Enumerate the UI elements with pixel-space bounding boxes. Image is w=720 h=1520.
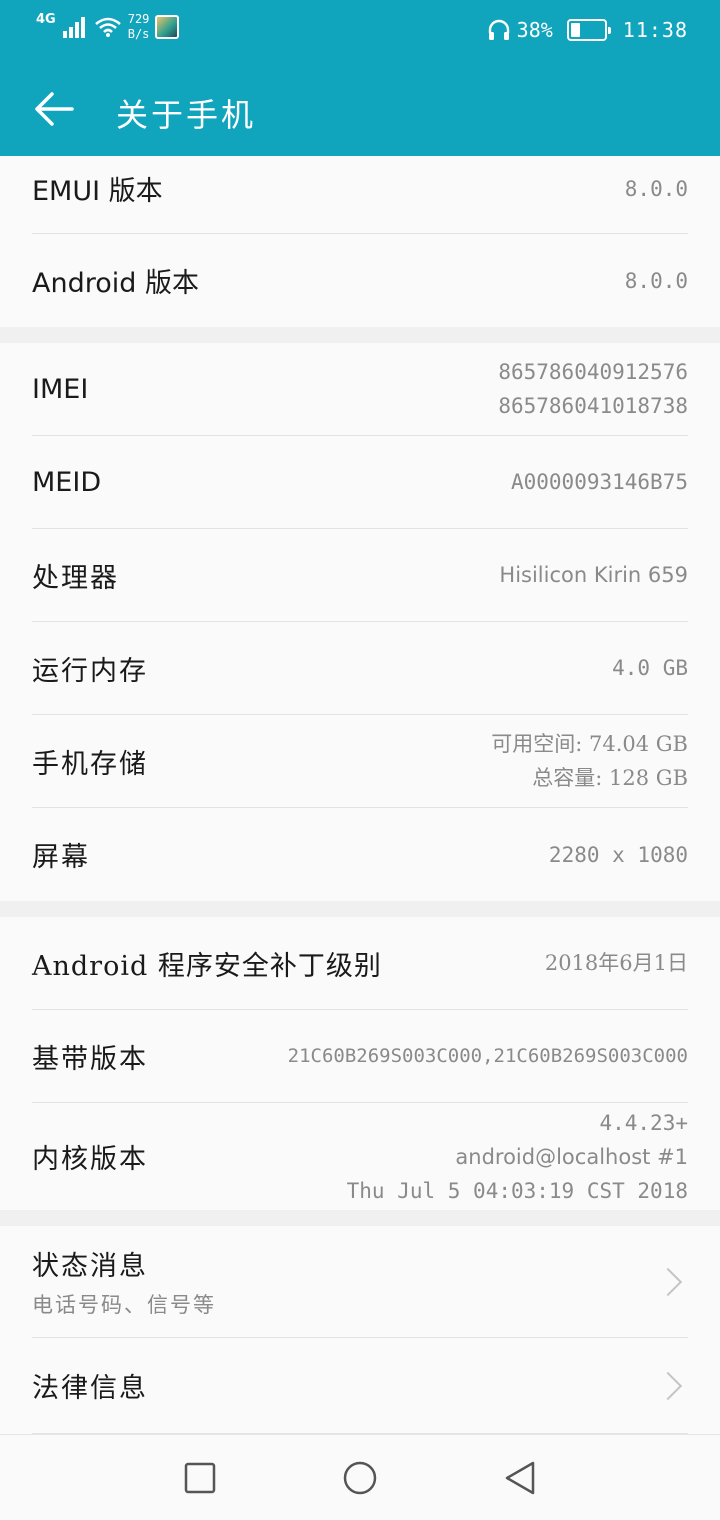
recents-button[interactable]: [180, 1458, 220, 1498]
kernel-values: 4.4.23+ android@localhost #1 Thu Jul 5 0…: [347, 1106, 688, 1208]
list-item-security-patch[interactable]: Android 程序安全补丁级别 2018年6月1日: [32, 917, 688, 1010]
imei-value-2: 865786041018738: [498, 394, 688, 418]
status-left: 4G 729 B/s: [36, 11, 180, 42]
list-item-emui-version[interactable]: EMUI 版本 8.0.0: [32, 156, 688, 234]
list-item-meid[interactable]: MEID A0000093146B75: [32, 436, 688, 529]
processor-label: 处理器: [32, 562, 119, 594]
baseband-label: 基带版本: [32, 1043, 148, 1075]
battery-level-fill: [570, 23, 581, 37]
chevron-right-icon: [653, 1371, 683, 1400]
list-item-kernel[interactable]: 内核版本 4.4.23+ android@localhost #1 Thu Ju…: [32, 1103, 688, 1210]
network-speed: 729 B/s: [128, 12, 150, 42]
settings-list[interactable]: EMUI 版本 8.0.0 Android 版本 8.0.0 IMEI 8657…: [0, 156, 720, 1434]
chevron-right-icon: [653, 1267, 683, 1296]
battery-percent: 38%: [516, 18, 553, 42]
list-item-baseband[interactable]: 基带版本 21C60B269S003C000,21C60B269S003C000: [32, 1010, 688, 1103]
status-bar: 4G 729 B/s 38% 11:38: [0, 0, 720, 62]
group-divider: [0, 901, 720, 917]
signal-icon: [62, 17, 85, 38]
app-bar: 关于手机: [0, 62, 720, 156]
list-item-legal-info[interactable]: 法律信息: [32, 1338, 688, 1434]
android-version-value: 8.0.0: [624, 268, 688, 293]
headphones-icon: [488, 19, 509, 40]
screen-value: 2280 x 1080: [548, 842, 688, 867]
status-info-texts: 状态消息 电话号码、信号等: [32, 1244, 216, 1319]
info-group: 状态消息 电话号码、信号等 法律信息: [0, 1226, 720, 1434]
storage-total: 总容量: 128 GB: [532, 766, 688, 790]
list-item-screen[interactable]: 屏幕 2280 x 1080: [32, 808, 688, 901]
home-button[interactable]: [340, 1458, 380, 1498]
ram-label: 运行内存: [32, 655, 148, 687]
kernel-label: 内核版本: [32, 1144, 148, 1175]
notification-thumbnail-icon: [155, 15, 180, 39]
status-info-label: 状态消息: [32, 1251, 148, 1282]
page-title: 关于手机: [116, 96, 257, 134]
kernel-line-1: 4.4.23+: [599, 1110, 688, 1135]
screen-label: 屏幕: [32, 842, 90, 873]
list-item-android-version[interactable]: Android 版本 8.0.0: [32, 234, 688, 327]
software-group: Android 程序安全补丁级别 2018年6月1日 基带版本 21C60B26…: [0, 917, 720, 1210]
back-arrow-icon: [35, 92, 74, 126]
meid-value: A0000093146B75: [510, 470, 688, 494]
kernel-line-3: Thu Jul 5 04:03:19 CST 2018: [346, 1178, 688, 1203]
back-nav-button[interactable]: [500, 1458, 540, 1498]
security-patch-label: Android 程序安全补丁级别: [32, 950, 382, 982]
imei-label: IMEI: [32, 373, 89, 405]
home-icon: [343, 1461, 377, 1495]
battery-icon: [566, 19, 611, 41]
system-navigation-bar: [0, 1434, 720, 1520]
processor-value: Hisilicon Kirin 659: [499, 563, 688, 587]
status-info-subtitle: 电话号码、信号等: [32, 1293, 216, 1317]
speed-value: 729: [127, 12, 150, 26]
back-button[interactable]: [26, 84, 82, 134]
ram-value: 4.0 GB: [612, 656, 688, 680]
emui-version-label: EMUI 版本: [32, 176, 163, 207]
list-item-status-info[interactable]: 状态消息 电话号码、信号等: [32, 1226, 688, 1338]
clock: 11:38: [622, 18, 688, 42]
hardware-group: IMEI 865786040912576 865786041018738 MEI…: [0, 343, 720, 901]
kernel-line-2: android@localhost #1: [455, 1144, 688, 1169]
android-version-label: Android 版本: [32, 268, 199, 299]
imei-value-1: 865786040912576: [498, 360, 688, 384]
security-patch-value: 2018年6月1日: [544, 951, 688, 975]
list-item-storage[interactable]: 手机存储 可用空间: 74.04 GB 总容量: 128 GB: [32, 715, 688, 808]
list-item-ram[interactable]: 运行内存 4.0 GB: [32, 622, 688, 715]
meid-label: MEID: [32, 466, 102, 498]
list-item-processor[interactable]: 处理器 Hisilicon Kirin 659: [32, 529, 688, 622]
storage-available: 可用空间: 74.04 GB: [491, 732, 688, 756]
status-right: 38% 11:38: [487, 18, 688, 42]
group-divider: [0, 1210, 720, 1226]
storage-values: 可用空间: 74.04 GB 总容量: 128 GB: [491, 727, 688, 795]
legal-info-label: 法律信息: [32, 1373, 148, 1404]
speed-unit: B/s: [127, 27, 150, 41]
imei-values: 865786040912576 865786041018738: [498, 355, 688, 423]
group-divider: [0, 327, 720, 343]
network-type-label: 4G: [36, 11, 56, 27]
list-item-imei[interactable]: IMEI 865786040912576 865786041018738: [32, 343, 688, 436]
storage-label: 手机存储: [32, 748, 148, 780]
wifi-icon: [94, 17, 121, 37]
back-nav-icon: [505, 1461, 535, 1495]
version-group: EMUI 版本 8.0.0 Android 版本 8.0.0: [0, 156, 720, 327]
emui-version-value: 8.0.0: [624, 176, 688, 201]
baseband-value: 21C60B269S003C000,21C60B269S003C000: [287, 1045, 688, 1067]
recents-icon: [184, 1462, 216, 1494]
